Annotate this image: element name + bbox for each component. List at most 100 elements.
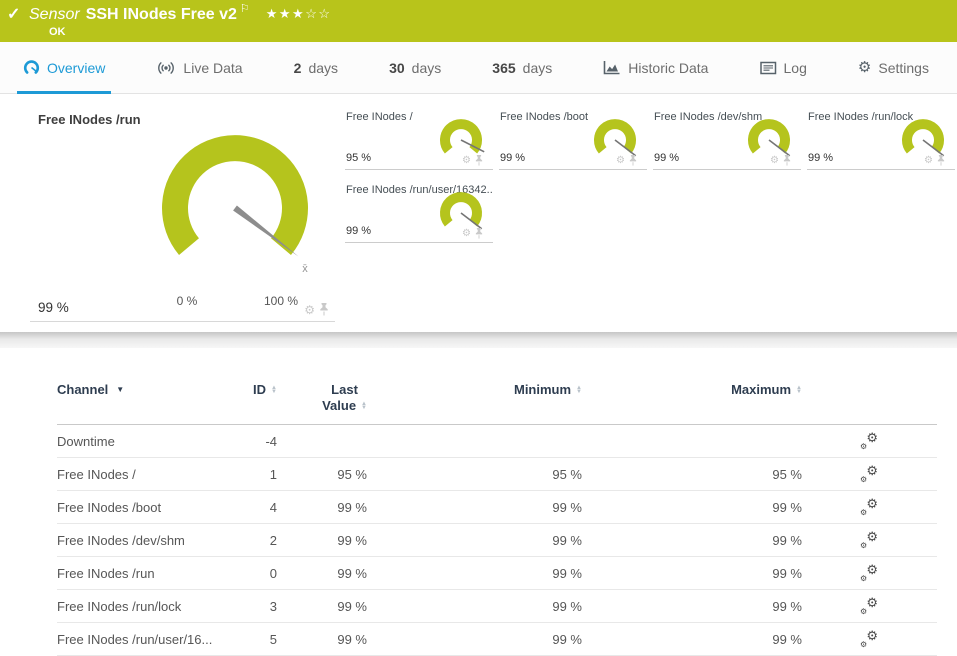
tab-label: Settings [878,59,929,76]
channel-table-row: Free INodes /run/user/16... 5 99 % 99 % … [57,623,937,656]
channel-table-row: Free INodes /run/lock 3 99 % 99 % 99 % ⚙… [57,590,937,623]
tab-label: Historic Data [628,59,709,76]
column-header-last-value[interactable]: Last Value ▲ ▼ [277,382,367,414]
tab-historic-data[interactable]: Historic Data [600,42,711,93]
tab-settings[interactable]: ⚙ Settings [855,42,932,93]
channel-id-cell: 4 [269,499,277,515]
gauge-card: Free INodes /run/lock 99 % ⚙ [807,108,955,170]
sensor-title: SSH INodes Free v2 [85,6,237,23]
gauge-title[interactable]: Free INodes /run [38,112,141,127]
channel-name-cell[interactable]: Free INodes /run/user/16... [57,632,217,647]
channel-id-cell: 5 [269,631,277,647]
channel-name-cell[interactable]: Free INodes / [57,467,217,482]
channel-last-value-cell: 99 % [337,499,367,515]
channel-settings-gears-icon[interactable]: ⚙ ⚙ [860,530,878,550]
gauge-settings-gear-icon[interactable]: ⚙ [924,155,933,166]
priority-stars[interactable]: ★★★☆☆ [266,6,332,21]
gauge-card: Free INodes /boot 99 % ⚙ [499,108,647,170]
gear-icon: ⚙ [857,59,872,76]
channel-name-cell[interactable]: Free INodes /boot [57,500,217,515]
channel-id-cell: 3 [269,598,277,614]
tab-2-days[interactable]: 2 days [291,42,341,93]
channel-table-section: Channel ▼ ID ▲ ▼ Last Value ▲ ▼ Minimum … [0,348,957,656]
channel-name-cell[interactable]: Free INodes /dev/shm [57,533,217,548]
channel-name-cell[interactable]: Downtime [57,434,217,449]
tab-bar: Overview Live Data 2 days 30 days 365 da… [0,42,957,94]
channel-settings-gears-icon[interactable]: ⚙ ⚙ [860,629,878,649]
channel-minimum-cell: 99 % [552,565,582,581]
tab-number: 30 [389,59,405,76]
tab-live-data[interactable]: Live Data [153,42,245,93]
channel-id-cell: 0 [269,565,277,581]
channel-id-cell: 2 [269,532,277,548]
gauge-settings-gear-icon[interactable]: ⚙ [462,228,471,239]
channel-maximum-cell: 99 % [772,532,802,548]
column-header-maximum[interactable]: Maximum ▲ ▼ [582,382,802,398]
column-header-minimum[interactable]: Minimum ▲ ▼ [367,382,582,398]
gauge-card: Free INodes /run/user/16342... 99 % ⚙ [345,181,493,243]
channel-maximum-cell: 95 % [772,466,802,482]
tab-log[interactable]: Log [757,42,810,93]
tab-label: Overview [47,59,106,76]
channel-settings-gears-icon[interactable]: ⚙ ⚙ [860,596,878,616]
channel-table-row: Downtime -4 ⚙ ⚙ [57,425,937,458]
pin-icon[interactable] [319,303,329,316]
channel-name-cell[interactable]: Free INodes /run/lock [57,599,217,614]
status-ok-check-icon: ✓ [7,6,21,23]
main-gauge: x̄ [162,135,308,275]
sort-icon: ▲ ▼ [361,400,367,411]
channel-table-body: Downtime -4 ⚙ ⚙ Free INodes / 1 95 % 95 … [57,425,937,656]
gauge-card: Free INodes /dev/shm 99 % ⚙ [653,108,801,170]
tab-number: 2 [293,59,302,76]
pin-icon[interactable] [475,155,483,166]
tab-label: days [522,59,553,76]
tab-365-days[interactable]: 365 days [489,42,555,93]
channel-id-cell: 1 [269,466,277,482]
pin-icon[interactable] [937,155,945,166]
pin-icon[interactable] [475,228,483,239]
small-gauge-grid: Free INodes / 95 % ⚙ Free INodes /boot 9… [345,108,955,243]
historic-data-chart-icon [603,60,621,75]
channel-minimum-cell: 99 % [552,598,582,614]
channel-name-cell[interactable]: Free INodes /run [57,566,217,581]
tab-30-days[interactable]: 30 days [386,42,444,93]
table-header-row: Channel ▼ ID ▲ ▼ Last Value ▲ ▼ Minimum … [57,348,937,425]
channel-minimum-cell: 99 % [552,631,582,647]
pin-icon[interactable] [629,155,637,166]
gauge-settings-gear-icon[interactable]: ⚙ [304,304,315,316]
tab-number: 365 [492,59,516,76]
channel-minimum-cell: 95 % [552,466,582,482]
column-header-channel[interactable]: Channel ▼ [57,382,217,398]
gauge-scale-max: 100 % [263,294,299,308]
gauge-settings-gear-icon[interactable]: ⚙ [770,155,779,166]
flag-icon[interactable]: ⚐ [240,3,250,15]
gauge-value: 99 % [38,300,69,315]
channel-table-row: Free INodes /boot 4 99 % 99 % 99 % ⚙ ⚙ [57,491,937,524]
channel-minimum-cell: 99 % [552,499,582,515]
channel-settings-gears-icon[interactable]: ⚙ ⚙ [860,431,878,451]
gauge-settings-gear-icon[interactable]: ⚙ [462,155,471,166]
gauge-settings-gear-icon[interactable]: ⚙ [616,155,625,166]
channel-last-value-cell: 99 % [337,565,367,581]
pin-icon[interactable] [783,155,791,166]
channel-settings-gears-icon[interactable]: ⚙ ⚙ [860,497,878,517]
tab-overview[interactable]: Overview [16,42,112,94]
sensor-title-block: Sensor SSH INodes Free v2 ⚐ ★★★☆☆ OK [29,0,957,38]
channel-last-value-cell: 99 % [337,532,367,548]
channel-maximum-cell: 99 % [772,499,802,515]
tab-label: Live Data [183,59,243,76]
channel-last-value-cell: 99 % [337,598,367,614]
column-header-id[interactable]: ID ▲ ▼ [217,382,277,398]
channel-settings-gears-icon[interactable]: ⚙ ⚙ [860,563,878,583]
mean-marker: x̄ [302,263,308,275]
gauge-card-free-inodes-run: Free INodes /run x̄ 0 % 100 % 99 % ⚙ [30,100,335,322]
channel-settings-gears-icon[interactable]: ⚙ ⚙ [860,464,878,484]
gauge-value: 99 % [654,152,680,164]
channel-table-row: Free INodes /run 0 99 % 99 % 99 % ⚙ ⚙ [57,557,937,590]
prtg-sensor-page: ✓ Sensor SSH INodes Free v2 ⚐ ★★★☆☆ OK Over… [0,0,957,656]
channel-maximum-cell: 99 % [772,598,802,614]
channel-last-value-cell: 95 % [337,466,367,482]
gauge-scale-min: 0 % [176,294,198,308]
gauge-title[interactable]: Free INodes /boot [500,111,588,123]
gauge-title[interactable]: Free INodes / [346,111,413,123]
